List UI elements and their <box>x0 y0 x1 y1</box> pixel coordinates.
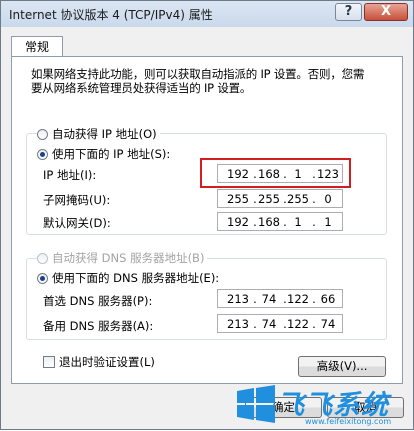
octet-3: 1 <box>294 215 302 229</box>
octet-1: 255 <box>227 192 249 206</box>
help-button[interactable]: ? <box>335 3 362 21</box>
alternate-dns-label: 备用 DNS 服务器(A): <box>43 319 154 333</box>
window-title: Internet 协议版本 4 (TCP/IPv4) 属性 <box>9 8 213 22</box>
octet-4: 0 <box>324 192 332 206</box>
checkbox-box <box>43 356 55 368</box>
auto-ip-label: 自动获得 IP 地址(O) <box>52 127 157 141</box>
auto-dns-label: 自动获得 DNS 服务器地址(B) <box>52 251 205 265</box>
manual-ip-label: 使用下面的 IP 地址(S): <box>52 147 171 161</box>
octet-2: 168 <box>258 215 280 229</box>
auto-dns-radio[interactable]: 自动获得 DNS 服务器地址(B) <box>37 250 208 266</box>
radio-circle <box>37 252 48 264</box>
ip-highlight-box <box>200 158 351 188</box>
octet-2: 255 <box>258 192 280 206</box>
octet-3: 122 <box>287 292 309 306</box>
octet-4: 66 <box>320 292 336 306</box>
preferred-dns-label: 首选 DNS 服务器(P): <box>43 294 153 308</box>
octet-1: 213 <box>227 292 249 306</box>
octet-1: 192 <box>227 215 249 229</box>
octet-3: 255 <box>287 192 309 206</box>
octet-4: 74 <box>320 317 336 331</box>
manual-ip-radio[interactable]: 使用下面的 IP 地址(S): <box>37 146 174 162</box>
subnet-mask-label: 子网掩码(U): <box>43 193 111 207</box>
alternate-dns-field[interactable]: 213 . 74 . 122 . 74 <box>217 314 343 333</box>
title-bar[interactable]: Internet 协议版本 4 (TCP/IPv4) 属性 ? X <box>1 1 413 27</box>
watermark-url: www.feifeixitong.com <box>305 417 392 426</box>
octet-1: 213 <box>227 317 249 331</box>
octet-3: 122 <box>287 317 309 331</box>
octet-2: 74 <box>261 317 277 331</box>
close-button[interactable]: X <box>364 3 408 21</box>
radio-circle <box>37 128 48 140</box>
manual-dns-radio[interactable]: 使用下面的 DNS 服务器地址(E): <box>37 270 223 286</box>
validate-on-exit-label: 退出时验证设置(L) <box>59 355 155 369</box>
tcpip-properties-dialog: Internet 协议版本 4 (TCP/IPv4) 属性 ? X 常规 如果网… <box>0 0 414 430</box>
octet-2: 74 <box>261 292 277 306</box>
tab-strip: 常规 <box>11 32 409 58</box>
validate-on-exit-checkbox[interactable]: 退出时验证设置(L) <box>43 354 155 370</box>
watermark-logo: 飞飞系统 www.feifeixitong.com <box>231 379 414 431</box>
preferred-dns-field[interactable]: 213 . 74 . 122 . 66 <box>217 289 343 308</box>
auto-ip-radio[interactable]: 自动获得 IP 地址(O) <box>37 126 160 142</box>
windows-logo-icon <box>237 385 275 423</box>
radio-circle <box>37 148 48 160</box>
octet-4: 1 <box>324 215 332 229</box>
subnet-mask-field[interactable]: 255 . 255 . 255 . 0 <box>217 189 343 208</box>
radio-circle <box>37 272 48 284</box>
advanced-button[interactable]: 高级(V)... <box>298 356 386 377</box>
gateway-label: 默认网关(D): <box>43 216 111 230</box>
manual-dns-label: 使用下面的 DNS 服务器地址(E): <box>52 271 220 285</box>
gateway-field[interactable]: 192 . 168 . 1 . 1 <box>217 212 343 231</box>
ip-address-label: IP 地址(I): <box>43 168 97 182</box>
description-text: 如果网络支持此功能，则可以获取自动指派的 IP 设置。否则，您需要从网络系统管理… <box>31 67 365 95</box>
tab-general[interactable]: 常规 <box>11 36 63 58</box>
